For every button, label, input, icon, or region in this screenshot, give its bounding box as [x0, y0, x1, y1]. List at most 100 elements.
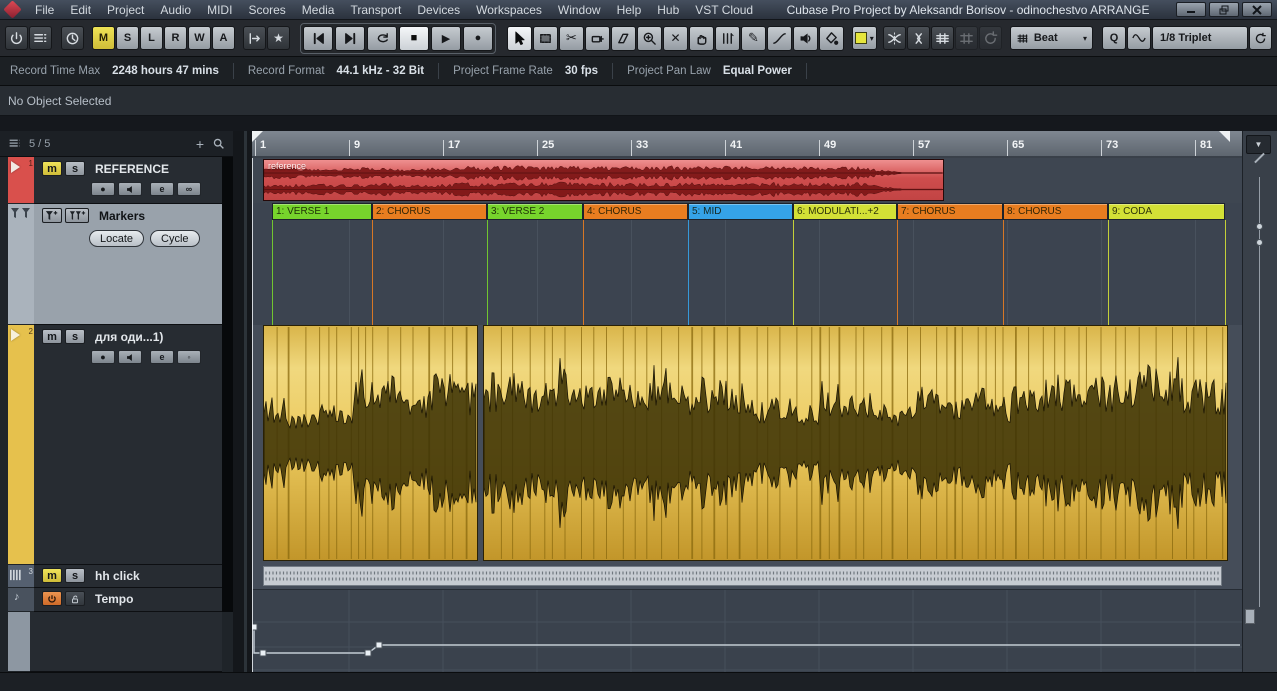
menu-file[interactable]: File [28, 1, 61, 19]
go-to-previous-marker-button[interactable] [303, 26, 333, 51]
track-list-menu-icon[interactable] [8, 137, 21, 150]
quantize-preset-dropdown[interactable]: 1/8 Triplet [1152, 26, 1248, 50]
menu-window[interactable]: Window [551, 1, 608, 19]
cycle-marker-2[interactable]: 2: CHORUS [372, 203, 487, 220]
menu-vst-cloud[interactable]: VST Cloud [688, 1, 760, 19]
range-selection-tool[interactable] [533, 26, 558, 51]
time-warp-tool[interactable] [715, 26, 740, 51]
status-value[interactable]: 2248 hours 47 mins [112, 65, 219, 77]
metronome-button[interactable] [61, 26, 84, 50]
cycle-marker-4[interactable]: 4: CHORUS [583, 203, 688, 220]
color-swatch-dropdown[interactable]: ▾ [852, 26, 877, 50]
menu-audio[interactable]: Audio [153, 1, 198, 19]
comp-tool[interactable] [689, 26, 714, 51]
tempo-track-lane[interactable] [252, 589, 1242, 672]
ruler-options-dropdown[interactable]: ▼ [1246, 135, 1271, 154]
cycle-marker-8[interactable]: 8: CHORUS [1003, 203, 1108, 220]
track-color-strip[interactable]: 3 [8, 565, 34, 587]
cycle-marker-3[interactable]: 3: VERSE 2 [487, 203, 583, 220]
add-cycle-marker-button[interactable] [65, 208, 89, 223]
record-button[interactable]: ● [463, 26, 493, 51]
go-to-next-marker-button[interactable] [335, 26, 365, 51]
menu-midi[interactable]: MIDI [200, 1, 239, 19]
automation-s-button[interactable]: S [116, 26, 139, 50]
monitor-button[interactable] [118, 350, 142, 364]
track-name[interactable]: Markers [99, 209, 145, 223]
suspend-autoscroll-button[interactable]: ★ [267, 26, 290, 50]
track-color-strip[interactable]: 2 [8, 325, 34, 564]
add-track-button[interactable]: + [196, 136, 204, 152]
menu-media[interactable]: Media [295, 1, 342, 19]
add-marker-button[interactable] [42, 208, 62, 223]
menu-project[interactable]: Project [100, 1, 151, 19]
line-tool[interactable] [767, 26, 792, 51]
menu-workspaces[interactable]: Workspaces [469, 1, 549, 19]
play-tool[interactable] [793, 26, 818, 51]
cycle-marker-dropdown[interactable]: Cycle [150, 230, 200, 247]
monitor-button[interactable] [118, 182, 142, 196]
track-row-markers[interactable]: Markers Locate Cycle [0, 204, 233, 325]
menu-scores[interactable]: Scores [241, 1, 292, 19]
grid-type-button[interactable] [955, 26, 978, 50]
cycle-marker-9[interactable]: 9: CODA [1108, 203, 1225, 220]
solo-button[interactable]: s [65, 161, 85, 176]
tempo-activate-button[interactable] [42, 591, 62, 606]
track-name[interactable]: hh click [95, 569, 140, 583]
track-row-reference[interactable]: 1 m s REFERENCE ● e ∞ [0, 157, 233, 204]
glue-tool[interactable] [585, 26, 610, 51]
track-name[interactable]: REFERENCE [95, 162, 169, 176]
solo-button[interactable]: s [65, 329, 85, 344]
record-enable-button[interactable]: ● [91, 182, 115, 196]
track-list-divider[interactable] [233, 131, 252, 672]
track-search-icon[interactable] [212, 137, 225, 150]
minimize-button[interactable] [1176, 2, 1206, 17]
vertical-scrollbar-thumb[interactable] [1245, 609, 1255, 624]
autoscroll-button[interactable] [243, 26, 266, 50]
edit-channel-button[interactable]: e [150, 182, 174, 196]
menu-transport[interactable]: Transport [343, 1, 408, 19]
menu-devices[interactable]: Devices [410, 1, 467, 19]
quantize-link-button[interactable] [979, 26, 1002, 50]
audio-event-part-2[interactable] [483, 325, 1228, 561]
track-color-strip[interactable] [8, 204, 34, 324]
automation-r-button[interactable]: R [164, 26, 187, 50]
automation-read-button[interactable]: ◦ [177, 350, 201, 364]
automation-m-button[interactable]: M [92, 26, 115, 50]
automation-a-button[interactable]: A [212, 26, 235, 50]
status-value[interactable]: 30 fps [565, 65, 598, 77]
grid-type-dropdown[interactable]: Beat▾ [1010, 26, 1093, 50]
track-name[interactable]: для оди...1) [95, 330, 163, 344]
reference-audio-event[interactable]: reference [263, 159, 944, 201]
play-button[interactable]: ▶ [431, 26, 461, 51]
mute-button[interactable]: m [42, 329, 62, 344]
quantize-button[interactable]: Q [1102, 26, 1126, 50]
setup-window-layout-button[interactable] [29, 26, 52, 50]
stop-button[interactable]: ■ [399, 26, 429, 51]
quantize-panel-button[interactable] [1249, 26, 1272, 50]
audio-event-part-1[interactable] [263, 325, 478, 561]
status-value[interactable]: Equal Power [723, 65, 792, 77]
track-color-strip[interactable]: 1 [8, 157, 34, 203]
cycle-marker-6[interactable]: 6: MODULATI...+2 [793, 203, 897, 220]
menu-edit[interactable]: Edit [63, 1, 98, 19]
record-enable-button[interactable]: ● [91, 350, 115, 364]
hh-click-midi-part[interactable] [263, 566, 1222, 586]
erase-tool[interactable] [611, 26, 636, 51]
channel-link-button[interactable]: ∞ [177, 182, 201, 196]
tempo-lock-button[interactable] [65, 591, 85, 606]
locate-marker-dropdown[interactable]: Locate [89, 230, 144, 247]
cycle-marker-5[interactable]: 5: MID [688, 203, 793, 220]
mute-button[interactable]: m [42, 161, 62, 176]
mute-button[interactable]: m [42, 568, 62, 583]
zoom-tool[interactable] [637, 26, 662, 51]
snap-to-zero-crossing-button[interactable] [883, 26, 906, 50]
menu-hub[interactable]: Hub [650, 1, 686, 19]
object-selection-tool[interactable] [507, 26, 532, 51]
draw-tool[interactable]: ✎ [741, 26, 766, 51]
track-name[interactable]: Tempo [95, 592, 133, 606]
iterative-quantize-button[interactable] [1127, 26, 1151, 50]
split-tool[interactable]: ✂ [559, 26, 584, 51]
cycle-button[interactable] [367, 26, 397, 51]
zoom-slider-knob-upper[interactable] [1256, 223, 1263, 230]
snap-on-off-button[interactable] [907, 26, 930, 50]
